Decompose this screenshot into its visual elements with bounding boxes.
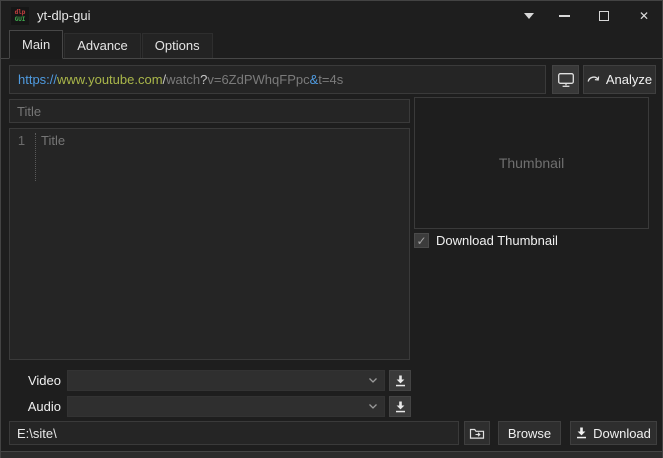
analyze-button[interactable]: Analyze [583, 65, 656, 94]
url-text: https://www.youtube.com/watch?v=6ZdPWhqF… [18, 72, 343, 87]
window-menu-button[interactable] [514, 1, 544, 31]
download-button[interactable]: Download [570, 421, 657, 445]
audio-download-button[interactable] [389, 396, 411, 417]
tab-main[interactable]: Main [9, 30, 63, 59]
open-folder-icon [469, 427, 485, 440]
audio-label: Audio [9, 399, 61, 414]
video-format-dropdown[interactable] [67, 370, 385, 391]
close-icon: ✕ [639, 9, 649, 23]
clipboard-monitor-button[interactable] [552, 65, 579, 94]
minimize-icon [559, 15, 570, 17]
editor-placeholder-text: Title [36, 129, 65, 359]
chevron-down-icon [368, 377, 378, 384]
thumbnail-placeholder-text: Thumbnail [499, 155, 564, 171]
download-icon [576, 427, 587, 439]
app-icon: dlp GUI [11, 7, 29, 25]
analyze-fetch-icon [587, 75, 600, 84]
download-icon [395, 401, 406, 413]
thumbnail-preview: Thumbnail [414, 97, 649, 229]
download-label: Download [593, 426, 651, 441]
browse-button[interactable]: Browse [498, 421, 561, 445]
download-thumbnail-checkbox[interactable]: ✓ [414, 233, 429, 248]
window-title: yt-dlp-gui [37, 8, 90, 23]
title-bar: dlp GUI yt-dlp-gui ✕ [1, 1, 662, 31]
browse-label: Browse [508, 426, 551, 441]
title-editor[interactable]: 1 Title [9, 128, 410, 360]
url-input[interactable]: https://www.youtube.com/watch?v=6ZdPWhqF… [9, 65, 546, 94]
video-label: Video [9, 373, 61, 388]
audio-format-dropdown[interactable] [67, 396, 385, 417]
app-window: dlp GUI yt-dlp-gui ✕ Main Advance Option… [0, 0, 663, 458]
close-button[interactable]: ✕ [629, 1, 659, 31]
analyze-label: Analyze [606, 72, 652, 87]
download-thumbnail-option: ✓ Download Thumbnail [414, 233, 558, 248]
chevron-down-icon [368, 403, 378, 410]
maximize-button[interactable] [589, 1, 619, 31]
open-folder-button[interactable] [464, 421, 490, 445]
download-thumbnail-label: Download Thumbnail [436, 233, 558, 248]
download-icon [395, 375, 406, 387]
editor-line-number: 1 [10, 133, 36, 181]
app-icon-gui-text: GUI [15, 16, 26, 23]
checkmark-icon: ✓ [416, 235, 426, 247]
tab-options[interactable]: Options [142, 33, 213, 58]
monitor-icon [557, 72, 575, 88]
minimize-button[interactable] [549, 1, 579, 31]
app-icon-dlp-text: dlp [15, 9, 26, 16]
editor-gutter: 1 [10, 129, 36, 359]
menu-arrow-icon [524, 13, 534, 19]
window-bottom-border [1, 451, 662, 458]
title-input[interactable] [9, 99, 410, 123]
maximize-icon [599, 11, 609, 21]
tab-advance[interactable]: Advance [64, 33, 141, 58]
video-download-button[interactable] [389, 370, 411, 391]
output-path-input[interactable] [9, 421, 459, 445]
tab-bar: Main Advance Options [1, 31, 662, 59]
